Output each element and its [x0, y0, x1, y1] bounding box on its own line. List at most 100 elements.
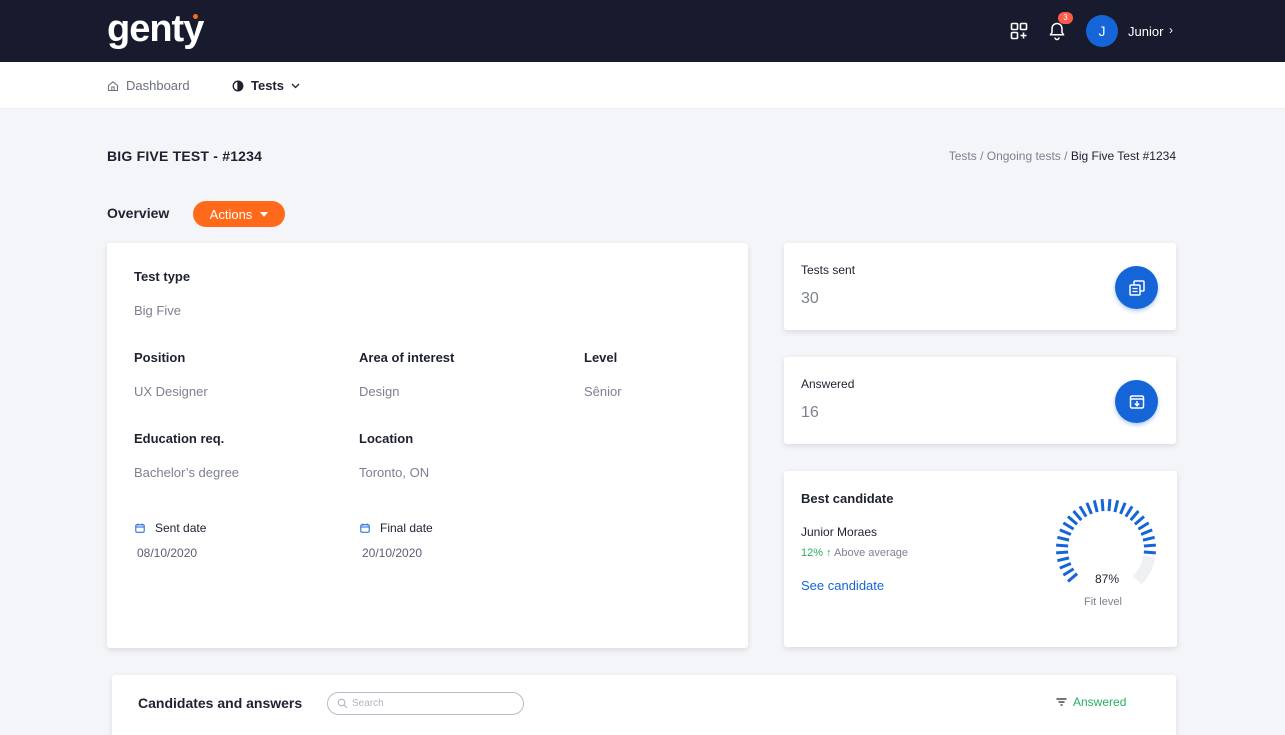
fit-level-label: Fit level [1084, 596, 1122, 608]
test-type-label: Test type [134, 269, 191, 284]
see-candidate-link[interactable]: See candidate [801, 578, 884, 593]
gauge-segment [1059, 562, 1072, 570]
actions-label: Actions [209, 206, 253, 222]
page-title: BIG FIVE TEST - #1234 [107, 148, 263, 164]
gauge-segment [1057, 535, 1070, 542]
gauge-segment [1137, 521, 1150, 531]
logo-dot [193, 14, 198, 19]
tests-sent-value: 30 [801, 290, 819, 307]
sent-date-label-text: Sent date [155, 521, 207, 535]
overview-heading: Overview [107, 205, 170, 221]
best-candidate-name: Junior Moraes [801, 525, 878, 539]
final-date-label: Final date [360, 521, 433, 535]
top-bar: genty 3 J Junior › [0, 0, 1285, 62]
position-value: UX Designer [134, 384, 208, 399]
caret-down-icon [260, 211, 269, 217]
gauge-segment [1067, 572, 1079, 583]
gauge-segment [1140, 528, 1153, 536]
actions-button[interactable]: Actions [193, 201, 285, 227]
gauge-segment [1056, 550, 1069, 555]
fit-level-percent: 87% [1095, 572, 1120, 586]
breadcrumb: Tests / Ongoing tests / Big Five Test #1… [949, 149, 1176, 163]
chevron-down-icon [291, 83, 300, 88]
search-icon [337, 698, 348, 709]
candidates-card: Candidates and answers Answered [112, 675, 1176, 735]
location-value: Toronto, ON [359, 465, 430, 480]
nav-label-tests: Tests [251, 78, 284, 93]
filter-label: Answered [1073, 695, 1127, 709]
gauge-segment [1057, 556, 1070, 563]
bell-icon[interactable] [1047, 21, 1067, 41]
test-type-value: Big Five [134, 303, 181, 318]
apps-grid-icon[interactable] [1010, 22, 1028, 40]
delta-value: 12% [801, 547, 824, 559]
candidates-title: Candidates and answers [138, 695, 303, 711]
chevron-right-icon[interactable]: › [1169, 23, 1173, 37]
tests-icon [232, 80, 244, 91]
test-details-card: Test type Big Five Position UX Designer … [107, 243, 748, 648]
gauge-segment [1062, 567, 1075, 577]
gauge-segment [1072, 510, 1083, 522]
nav-label-dashboard: Dashboard [126, 78, 190, 93]
level-label: Level [584, 350, 618, 365]
sent-date-label: Sent date [135, 521, 206, 535]
search-input[interactable] [327, 692, 524, 715]
breadcrumb-separator: / [980, 149, 987, 163]
tests-sent-label: Tests sent [801, 263, 856, 277]
gauge-segment [1056, 543, 1069, 548]
nav-item-dashboard[interactable]: Dashboard [107, 78, 190, 93]
best-candidate-stat: 12% ↑ Above average [801, 547, 908, 559]
secondary-nav: Dashboard Tests [0, 62, 1285, 109]
gauge-segment [1100, 499, 1105, 512]
education-label: Education req. [134, 431, 225, 446]
final-date-value: 20/10/2020 [362, 546, 423, 560]
best-candidate-title: Best candidate [801, 491, 894, 506]
filter-icon [1056, 698, 1067, 706]
gauge-track [1132, 555, 1156, 585]
level-value: Sênior [584, 384, 622, 399]
gauge-segment [1124, 505, 1134, 518]
gauge-segment [1078, 505, 1088, 518]
location-label: Location [359, 431, 414, 446]
gauge-segment [1059, 528, 1072, 536]
gauge-segment [1143, 543, 1156, 548]
notification-count-badge: 3 [1058, 12, 1073, 24]
avatar[interactable]: J [1086, 15, 1118, 47]
gauge-segment [1129, 510, 1140, 522]
best-candidate-card: Best candidate Junior Moraes 12% ↑ Above… [784, 471, 1177, 647]
gauge-segment [1085, 502, 1093, 515]
answered-label: Answered [801, 377, 855, 391]
gauge-segment [1067, 515, 1079, 526]
calendar-icon [135, 523, 145, 533]
gauge-segment [1092, 500, 1099, 513]
filter-answered-button[interactable]: Answered [1056, 695, 1126, 709]
gauge-segment [1113, 500, 1120, 513]
answered-value: 16 [801, 404, 819, 421]
gauge-segment [1142, 535, 1155, 542]
logo[interactable]: genty [107, 8, 204, 51]
calendar-icon [360, 523, 370, 533]
breadcrumb-item-tests[interactable]: Tests [949, 149, 977, 163]
gauge-segment [1143, 550, 1156, 555]
home-icon [107, 80, 119, 91]
gauge-segment [1133, 515, 1145, 526]
final-date-label-text: Final date [380, 521, 433, 535]
breadcrumb-separator: / [1064, 149, 1071, 163]
education-value: Bachelor’s degree [134, 465, 240, 480]
nav-item-tests[interactable]: Tests [232, 78, 300, 93]
copy-documents-icon [1115, 266, 1158, 309]
arrow-up-icon: ↑ [826, 547, 832, 559]
gauge-segment [1062, 521, 1075, 531]
delta-text: Above average [834, 547, 909, 559]
breadcrumb-item-ongoing[interactable]: Ongoing tests [987, 149, 1061, 163]
gauge-segment [1119, 502, 1127, 515]
sent-date-value: 08/10/2020 [137, 546, 198, 560]
gauge-segment [1107, 499, 1112, 512]
position-label: Position [134, 350, 186, 365]
tests-sent-card: Tests sent 30 [784, 243, 1176, 330]
breadcrumb-item-current: Big Five Test #1234 [1070, 149, 1176, 163]
area-label: Area of interest [359, 350, 455, 365]
answered-card: Answered 16 [784, 357, 1176, 444]
inbox-download-icon [1115, 380, 1158, 423]
user-name[interactable]: Junior [1128, 24, 1163, 39]
